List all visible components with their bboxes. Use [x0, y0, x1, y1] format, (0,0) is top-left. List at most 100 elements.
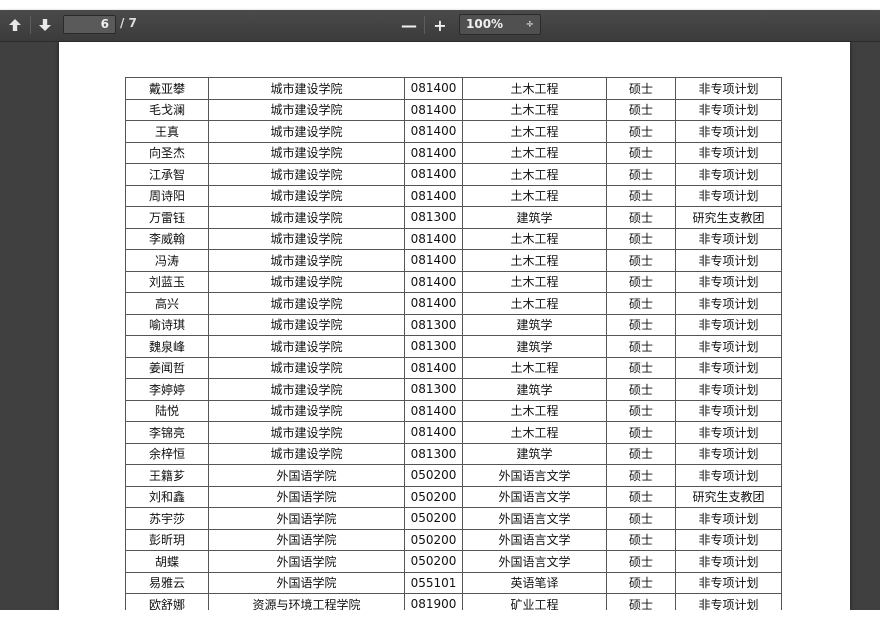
major-code-cell: 081400	[404, 141, 463, 164]
college-cell: 城市建设学院	[208, 313, 405, 336]
plan-cell: 非专项计划	[675, 356, 782, 379]
major-code-cell: 081400	[404, 270, 463, 293]
table-row: 胡蝶 外国语学院 050200 外国语言文学 硕士 非专项计划	[125, 550, 782, 573]
major-code-cell: 081400	[404, 227, 463, 250]
college-cell: 城市建设学院	[208, 227, 405, 250]
major-cell: 土木工程	[462, 249, 607, 272]
major-cell: 建筑学	[462, 442, 607, 465]
zoom-out-button[interactable]: —	[398, 14, 420, 36]
major-code-cell: 081300	[404, 378, 463, 401]
table-row: 万雷钰 城市建设学院 081300 建筑学 硕士 研究生支教团	[125, 206, 782, 229]
degree-cell: 硕士	[606, 163, 676, 186]
degree-cell: 硕士	[606, 270, 676, 293]
major-code-cell: 081300	[404, 313, 463, 336]
major-cell: 土木工程	[462, 292, 607, 315]
degree-cell: 硕士	[606, 184, 676, 207]
major-cell: 外国语言文学	[462, 464, 607, 487]
major-cell: 英语笔译	[462, 571, 607, 594]
degree-cell: 硕士	[606, 550, 676, 573]
major-code-cell: 081300	[404, 206, 463, 229]
plan-cell: 非专项计划	[675, 335, 782, 358]
college-cell: 外国语学院	[208, 550, 405, 573]
college-cell: 资源与环境工程学院	[208, 593, 405, 610]
name-cell: 喻诗琪	[125, 313, 209, 336]
major-cell: 土木工程	[462, 120, 607, 143]
college-cell: 城市建设学院	[208, 378, 405, 401]
table-body: 戴亚攀 城市建设学院 081400 土木工程 硕士 非专项计划 毛戈澜 城市建设学院 08140…	[125, 77, 782, 610]
major-cell: 建筑学	[462, 378, 607, 401]
major-code-cell: 055101	[404, 571, 463, 594]
table-row: 易雅云 外国语学院 055101 英语笔译 硕士 非专项计划	[125, 571, 782, 594]
next-page-button[interactable]	[34, 14, 56, 36]
name-cell: 李威翰	[125, 227, 209, 250]
name-cell: 江承智	[125, 163, 209, 186]
previous-page-button[interactable]	[4, 14, 26, 36]
name-cell: 王籍芗	[125, 464, 209, 487]
major-code-cell: 081400	[404, 120, 463, 143]
table-row: 苏宇莎 外国语学院 050200 外国语言文学 硕士 非专项计划	[125, 507, 782, 530]
degree-cell: 硕士	[606, 421, 676, 444]
degree-cell: 硕士	[606, 206, 676, 229]
arrow-up-icon	[9, 19, 21, 31]
college-cell: 城市建设学院	[208, 163, 405, 186]
table-row: 喻诗琪 城市建设学院 081300 建筑学 硕士 非专项计划	[125, 313, 782, 336]
degree-cell: 硕士	[606, 227, 676, 250]
degree-cell: 硕士	[606, 378, 676, 401]
name-cell: 魏泉峰	[125, 335, 209, 358]
major-code-cell: 050200	[404, 550, 463, 573]
name-cell: 高兴	[125, 292, 209, 315]
major-code-cell: 081400	[404, 249, 463, 272]
document-viewer[interactable]: 戴亚攀 城市建设学院 081400 土木工程 硕士 非专项计划 毛戈澜 城市建设学院 08140…	[0, 42, 880, 610]
zoom-level-select[interactable]: 100% ÷	[459, 14, 541, 35]
degree-cell: 硕士	[606, 98, 676, 121]
page-count-label: / 7	[120, 16, 137, 30]
table-row: 李威翰 城市建设学院 081400 土木工程 硕士 非专项计划	[125, 227, 782, 250]
pdf-toolbar: 6 / 7 — + 100% ÷	[0, 10, 880, 42]
pdf-page: 戴亚攀 城市建设学院 081400 土木工程 硕士 非专项计划 毛戈澜 城市建设学院 08140…	[59, 42, 850, 610]
major-cell: 土木工程	[462, 163, 607, 186]
major-cell: 土木工程	[462, 421, 607, 444]
plan-cell: 非专项计划	[675, 507, 782, 530]
college-cell: 外国语学院	[208, 571, 405, 594]
table-row: 向圣杰 城市建设学院 081400 土木工程 硕士 非专项计划	[125, 141, 782, 164]
college-cell: 城市建设学院	[208, 421, 405, 444]
name-cell: 彭昕玥	[125, 528, 209, 551]
plan-cell: 研究生支教团	[675, 485, 782, 508]
major-code-cell: 081400	[404, 292, 463, 315]
plan-cell: 非专项计划	[675, 313, 782, 336]
table-row: 毛戈澜 城市建设学院 081400 土木工程 硕士 非专项计划	[125, 98, 782, 121]
select-caret-icon: ÷	[525, 19, 534, 30]
table-row: 魏泉峰 城市建设学院 081300 建筑学 硕士 非专项计划	[125, 335, 782, 358]
college-cell: 外国语学院	[208, 507, 405, 530]
major-cell: 土木工程	[462, 77, 607, 100]
plan-cell: 非专项计划	[675, 442, 782, 465]
toolbar-separator	[424, 16, 425, 34]
name-cell: 王真	[125, 120, 209, 143]
college-cell: 城市建设学院	[208, 292, 405, 315]
plan-cell: 非专项计划	[675, 421, 782, 444]
zoom-in-button[interactable]: +	[429, 14, 451, 36]
plan-cell: 非专项计划	[675, 270, 782, 293]
college-cell: 外国语学院	[208, 528, 405, 551]
name-cell: 胡蝶	[125, 550, 209, 573]
major-cell: 建筑学	[462, 206, 607, 229]
major-cell: 外国语言文学	[462, 550, 607, 573]
college-cell: 城市建设学院	[208, 335, 405, 358]
degree-cell: 硕士	[606, 485, 676, 508]
plan-cell: 非专项计划	[675, 141, 782, 164]
degree-cell: 硕士	[606, 356, 676, 379]
major-code-cell: 081400	[404, 356, 463, 379]
page-number-input[interactable]: 6	[63, 15, 116, 34]
college-cell: 城市建设学院	[208, 399, 405, 422]
plan-cell: 非专项计划	[675, 163, 782, 186]
major-code-cell: 081300	[404, 442, 463, 465]
name-cell: 戴亚攀	[125, 77, 209, 100]
major-cell: 土木工程	[462, 98, 607, 121]
college-cell: 外国语学院	[208, 485, 405, 508]
degree-cell: 硕士	[606, 507, 676, 530]
major-code-cell: 081400	[404, 184, 463, 207]
window-bottom-strip	[0, 610, 880, 624]
name-cell: 李婷婷	[125, 378, 209, 401]
degree-cell: 硕士	[606, 464, 676, 487]
major-cell: 外国语言文学	[462, 507, 607, 530]
